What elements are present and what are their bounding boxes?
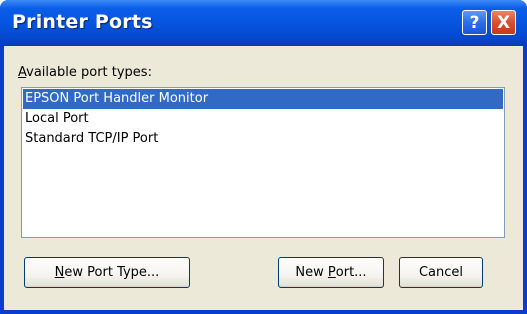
cancel-button[interactable]: Cancel [399, 257, 483, 288]
available-port-types-label: Available port types: [18, 65, 152, 80]
title-bar[interactable]: Printer Ports ? X [0, 0, 527, 46]
list-item-standard-tcp-ip-port[interactable]: Standard TCP/IP Port [23, 129, 503, 149]
cancel-label: Cancel [418, 265, 464, 280]
list-item-local-port[interactable]: Local Port [23, 109, 503, 129]
new-port-type-button[interactable]: New Port Type... [24, 257, 190, 288]
window-title: Printer Ports [12, 11, 153, 33]
new-port-type-label: ew Port Type... [64, 265, 160, 280]
help-button[interactable]: ? [462, 10, 487, 35]
new-port-button[interactable]: New Port... [278, 257, 384, 288]
port-types-listbox[interactable]: EPSON Port Handler Monitor Local Port St… [21, 87, 505, 238]
dialog-body: Available port types: EPSON Port Handler… [4, 46, 523, 310]
new-port-type-mnemonic: N [54, 265, 65, 280]
printer-ports-dialog: Printer Ports ? X Available port types: … [0, 0, 527, 314]
label-text: vailable port types: [26, 65, 152, 80]
new-port-label-prefix: New [295, 265, 328, 280]
close-icon: X [496, 12, 511, 33]
new-port-mnemonic: P [327, 265, 336, 280]
new-port-label-rest: ort... [335, 265, 367, 280]
close-button[interactable]: X [491, 10, 516, 35]
list-item-epson-port-handler-monitor[interactable]: EPSON Port Handler Monitor [23, 89, 503, 109]
label-mnemonic: A [18, 65, 27, 80]
help-icon: ? [469, 12, 480, 33]
